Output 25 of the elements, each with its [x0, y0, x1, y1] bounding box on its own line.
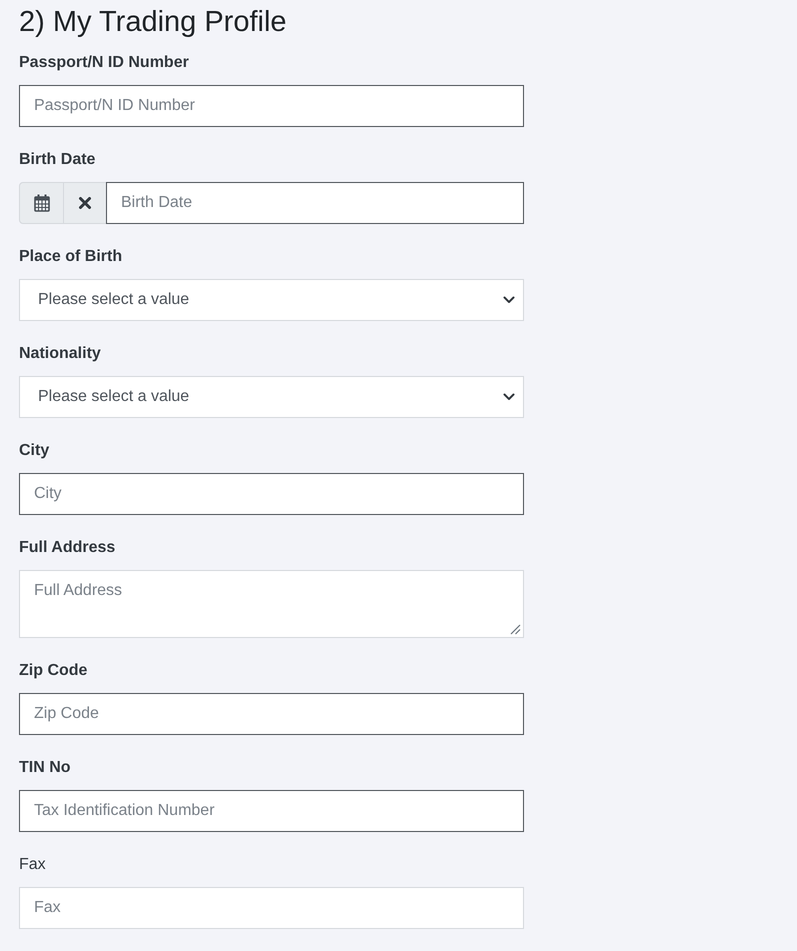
- chevron-down-icon: [503, 296, 515, 304]
- clear-button[interactable]: [64, 182, 106, 224]
- field-label: Place of Birth: [19, 247, 124, 267]
- dropdown[interactable]: Please select a value: [19, 376, 524, 418]
- calendar-button[interactable]: [19, 182, 64, 224]
- page-title: 2) My Trading Profile: [19, 5, 288, 40]
- input-field[interactable]: City: [19, 473, 524, 515]
- input-field[interactable]: Passport/N ID Number: [19, 85, 524, 127]
- close-icon: [79, 197, 91, 209]
- field-label: Full Address: [19, 538, 116, 558]
- field-label: Zip Code: [19, 661, 88, 681]
- text-area[interactable]: Full Address: [19, 570, 524, 638]
- date-input-field[interactable]: Birth Date: [106, 182, 524, 224]
- calendar-icon: [34, 194, 50, 212]
- field-label: City: [19, 441, 50, 461]
- field-label: Fax: [19, 855, 47, 875]
- resize-handle-icon: [510, 624, 521, 635]
- input-field[interactable]: Tax Identification Number: [19, 790, 524, 832]
- dropdown[interactable]: Please select a value: [19, 279, 524, 321]
- input-field[interactable]: Zip Code: [19, 693, 524, 735]
- chevron-down-icon: [503, 393, 515, 401]
- field-label: Birth Date: [19, 150, 96, 170]
- field-label: Nationality: [19, 344, 102, 364]
- field-label: Passport/N ID Number: [19, 53, 190, 73]
- field-label: TIN No: [19, 758, 72, 778]
